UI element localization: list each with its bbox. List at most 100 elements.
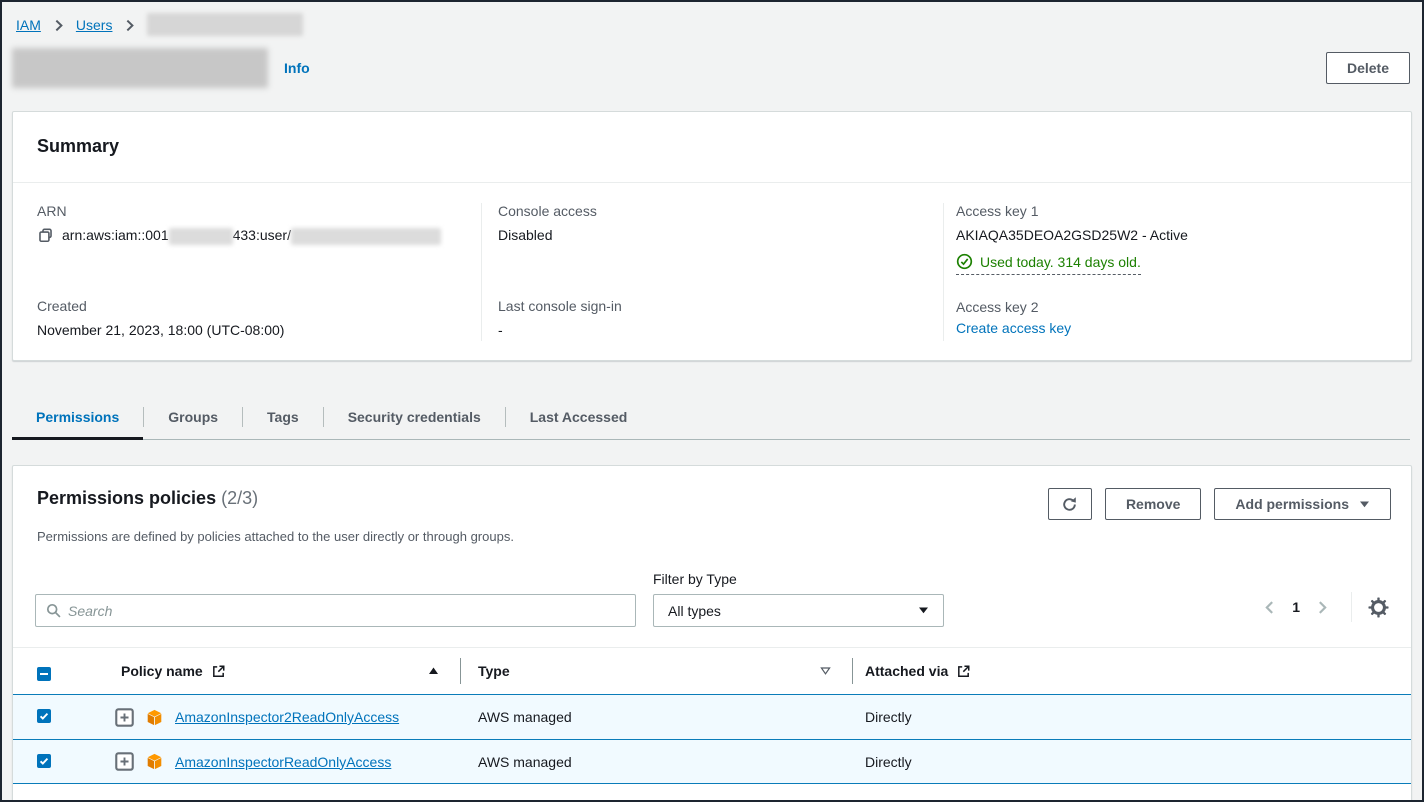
row-select-cell <box>13 709 81 725</box>
refresh-button[interactable] <box>1048 488 1092 520</box>
iam-user-detail-page: IAM Users Info Delete Summary ARN <box>0 0 1424 802</box>
create-access-key-link[interactable]: Create access key <box>956 320 1071 336</box>
filter-group: Filter by Type All types <box>653 571 944 627</box>
search-icon <box>46 603 61 618</box>
console-access-value: Disabled <box>498 224 927 246</box>
arn-value: arn:aws:iam::001433:user/ <box>62 224 441 246</box>
policies-table: Policy name Type Attached via <box>13 647 1411 784</box>
access-key2-label: Access key 2 <box>956 299 1395 315</box>
access-key1-label: Access key 1 <box>956 203 1395 219</box>
attached-via-cell: Directly <box>853 709 1411 725</box>
last-signin-label: Last console sign-in <box>498 298 927 314</box>
filter-row: Filter by Type All types 1 <box>13 571 1411 627</box>
redacted-user-name <box>147 13 303 36</box>
external-link-icon <box>956 664 971 679</box>
chevron-right-icon <box>123 19 136 32</box>
console-access-label: Console access <box>498 203 927 219</box>
summary-card-header: Summary <box>13 112 1411 183</box>
policies-header: Permissions policies (2/3) Remove Add pe… <box>13 466 1411 520</box>
policy-link[interactable]: AmazonInspector2ReadOnlyAccess <box>175 709 399 725</box>
tab-security-credentials[interactable]: Security credentials <box>324 399 505 439</box>
chevron-right-icon <box>52 19 65 32</box>
breadcrumb-users[interactable]: Users <box>76 17 113 33</box>
policies-description: Permissions are defined by policies atta… <box>13 529 1411 544</box>
sort-ascending-icon <box>428 667 439 675</box>
summary-column-2: Console access Disabled Last console sig… <box>481 203 943 341</box>
chevron-left-icon <box>1263 600 1276 615</box>
access-key2-field: Access key 2 Create access key <box>956 299 1395 338</box>
search-input[interactable] <box>68 603 625 619</box>
check-circle-icon <box>956 253 973 270</box>
remove-button[interactable]: Remove <box>1105 488 1201 520</box>
attached-via-cell: Directly <box>853 754 1411 770</box>
caret-down-icon <box>1359 501 1370 508</box>
breadcrumb-iam[interactable]: IAM <box>16 17 41 33</box>
table-header-row: Policy name Type Attached via <box>13 647 1411 694</box>
delete-button[interactable]: Delete <box>1326 52 1410 84</box>
redacted-arn-user <box>291 228 441 245</box>
type-filter-select[interactable]: All types <box>653 594 944 627</box>
current-page: 1 <box>1292 599 1300 615</box>
policy-link[interactable]: AmazonInspectorReadOnlyAccess <box>175 754 391 770</box>
tab-permissions[interactable]: Permissions <box>12 399 143 439</box>
tab-last-accessed[interactable]: Last Accessed <box>506 399 652 439</box>
policy-name-cell: AmazonInspectorReadOnlyAccess <box>81 752 461 771</box>
policy-name-cell: AmazonInspector2ReadOnlyAccess <box>81 708 461 727</box>
pagination: 1 <box>1257 592 1391 622</box>
summary-grid: ARN arn:aws:iam::001433:user/ Created No… <box>13 183 1411 360</box>
column-header-attached-via: Attached via <box>853 648 1411 694</box>
next-page-button[interactable] <box>1310 596 1335 619</box>
gear-icon <box>1368 597 1389 618</box>
filter-by-type-label: Filter by Type <box>653 571 944 587</box>
summary-title: Summary <box>37 136 1391 157</box>
summary-column-3: Access key 1 AKIAQA35DEOA2GSD25W2 - Acti… <box>943 203 1411 341</box>
policies-count: (2/3) <box>221 488 258 508</box>
table-settings-button[interactable] <box>1366 595 1391 620</box>
page-header: Info Delete <box>2 46 1422 90</box>
search-box <box>35 594 636 627</box>
created-value: November 21, 2023, 18:00 (UTC-08:00) <box>37 319 465 341</box>
external-link-icon <box>211 664 226 679</box>
select-all-checkbox[interactable] <box>37 667 51 681</box>
access-key1-value: AKIAQA35DEOA2GSD25W2 - Active <box>956 224 1395 246</box>
policy-type-cell: AWS managed <box>461 709 853 725</box>
row-select-cell <box>13 754 81 770</box>
row-checkbox[interactable] <box>37 754 51 768</box>
table-row: AmazonInspector2ReadOnlyAccess AWS manag… <box>13 694 1411 739</box>
permissions-policies-card: Permissions policies (2/3) Remove Add pe… <box>12 465 1412 802</box>
access-key1-field: Access key 1 AKIAQA35DEOA2GSD25W2 - Acti… <box>956 203 1395 275</box>
tab-bar: Permissions Groups Tags Security credent… <box>12 399 1410 440</box>
refresh-icon <box>1061 496 1078 513</box>
managed-policy-icon <box>146 709 163 726</box>
created-label: Created <box>37 298 465 314</box>
redacted-account-id <box>169 228 233 245</box>
sortable-icon <box>820 667 831 675</box>
expand-row-button[interactable] <box>115 752 134 771</box>
tab-tags[interactable]: Tags <box>243 399 323 439</box>
column-header-policy-name[interactable]: Policy name <box>81 648 461 694</box>
managed-policy-icon <box>146 753 163 770</box>
chevron-right-icon <box>1316 600 1329 615</box>
access-key1-status[interactable]: Used today. 314 days old. <box>956 253 1141 275</box>
console-access-field: Console access Disabled <box>498 203 927 246</box>
column-header-type[interactable]: Type <box>461 648 853 694</box>
arn-label: ARN <box>37 203 465 219</box>
summary-column-1: ARN arn:aws:iam::001433:user/ Created No… <box>13 203 481 341</box>
info-link[interactable]: Info <box>284 60 310 76</box>
redacted-page-title <box>12 48 268 88</box>
previous-page-button[interactable] <box>1257 596 1282 619</box>
copy-arn-icon[interactable] <box>37 227 54 244</box>
created-field: Created November 21, 2023, 18:00 (UTC-08… <box>37 298 465 341</box>
expand-row-button[interactable] <box>115 708 134 727</box>
pagination-divider <box>1351 592 1352 622</box>
policy-type-cell: AWS managed <box>461 754 853 770</box>
last-signin-field: Last console sign-in - <box>498 298 927 341</box>
tab-groups[interactable]: Groups <box>144 399 242 439</box>
policies-actions: Remove Add permissions <box>1048 488 1391 520</box>
type-filter-value: All types <box>668 603 721 619</box>
row-checkbox[interactable] <box>37 709 51 723</box>
add-permissions-button[interactable]: Add permissions <box>1214 488 1391 520</box>
summary-card: Summary ARN arn:aws:iam::001433:user/ Cr… <box>12 111 1412 361</box>
select-all-cell <box>13 662 81 681</box>
breadcrumb: IAM Users <box>2 2 1422 36</box>
